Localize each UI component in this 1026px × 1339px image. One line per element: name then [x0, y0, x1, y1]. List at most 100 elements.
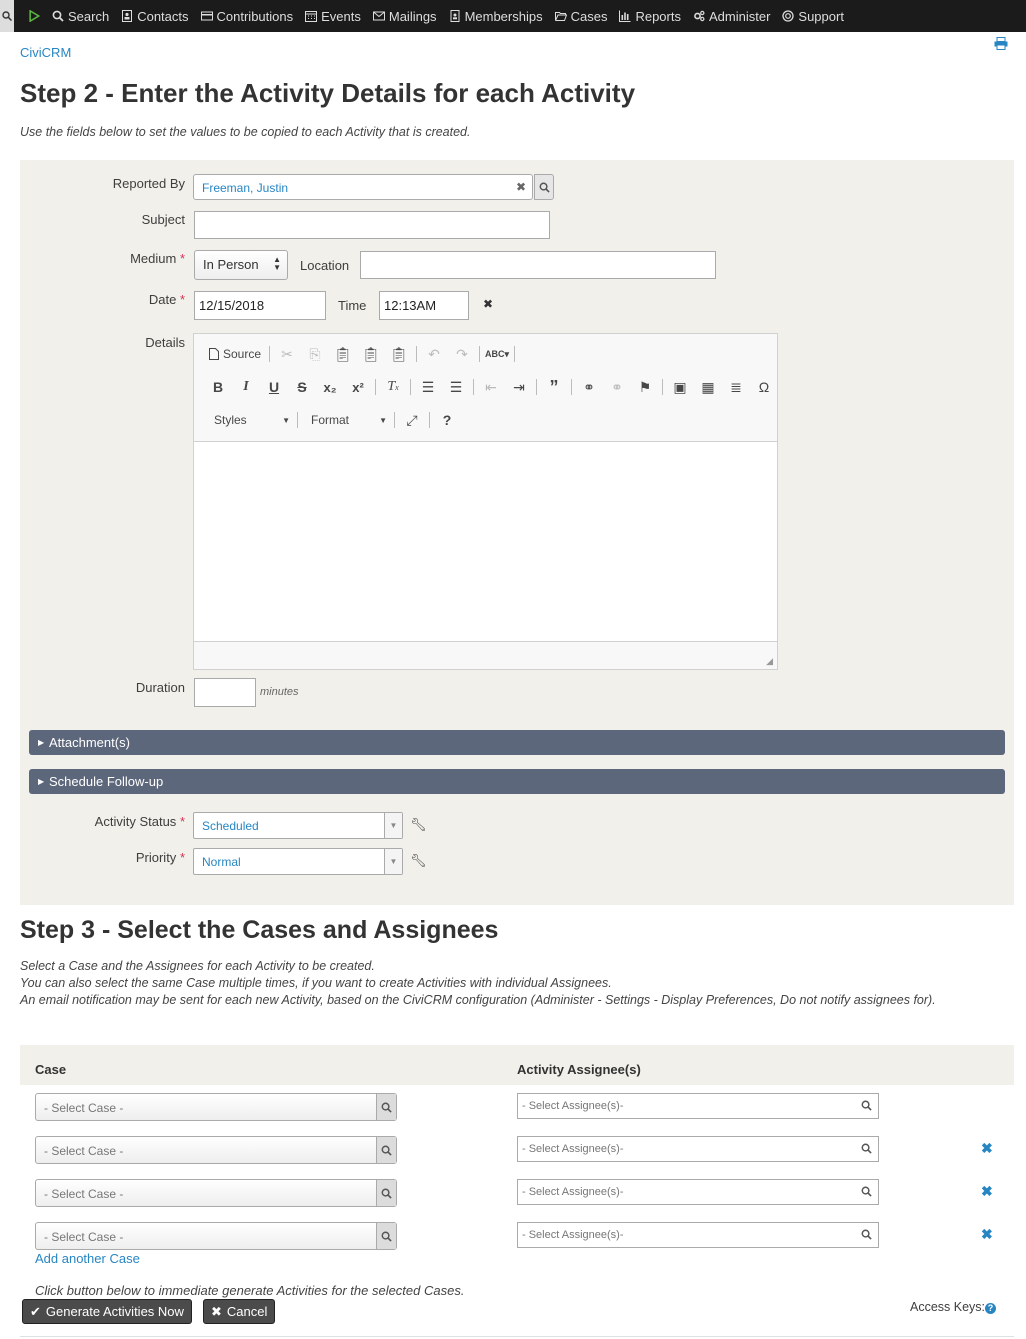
subject-input[interactable] — [194, 211, 550, 239]
medium-select[interactable]: In Person ▲ ▼ — [194, 250, 288, 280]
time-input[interactable]: 12:13AM — [379, 291, 469, 320]
help-question-icon[interactable]: ? — [985, 1303, 997, 1314]
table-icon[interactable]: ▦ — [694, 375, 722, 399]
bold-icon[interactable]: B — [204, 375, 232, 399]
step3-description: Select a Case and the Assignees for each… — [20, 958, 1010, 1009]
assignee-select[interactable]: - Select Assignee(s)- — [517, 1179, 879, 1205]
redo-icon[interactable]: ↷ — [448, 342, 476, 366]
case-select[interactable]: - Select Case - — [35, 1093, 397, 1121]
location-input[interactable] — [360, 251, 716, 279]
calendar-icon — [305, 11, 318, 22]
source-button[interactable]: Source — [204, 342, 266, 366]
copy-icon[interactable]: ⎘ — [301, 342, 329, 366]
underline-icon[interactable]: U — [260, 375, 288, 399]
subscript-icon[interactable]: x₂ — [316, 375, 344, 399]
nav-label: Search — [68, 8, 110, 24]
attachments-accordion[interactable]: ▶ Attachment(s) — [29, 730, 1005, 755]
nav-contacts[interactable]: Contacts — [121, 0, 189, 32]
cut-icon[interactable]: ✂ — [273, 342, 301, 366]
add-another-case-link[interactable]: Add another Case — [35, 1251, 140, 1266]
quicksearch-box[interactable] — [0, 0, 14, 32]
date-input[interactable]: 12/15/2018 — [194, 291, 326, 320]
generate-activities-button[interactable]: ✔ Generate Activities Now — [22, 1299, 192, 1324]
clear-datetime-icon[interactable]: ✖ — [483, 297, 493, 311]
resize-handle-icon[interactable]: ◢ — [766, 656, 773, 667]
italic-icon[interactable]: I — [232, 375, 260, 399]
nav-cases[interactable]: Cases — [554, 0, 608, 32]
format-combo[interactable]: Format ▼ — [301, 413, 391, 427]
nav-reports[interactable]: Reports — [619, 0, 681, 32]
indent-icon[interactable]: ⇥ — [505, 375, 533, 399]
strikethrough-icon[interactable]: S — [288, 375, 316, 399]
priority-select[interactable]: Normal ▼ — [193, 848, 403, 875]
nav-label: Cases — [570, 8, 608, 24]
nav-memberships[interactable]: Memberships — [449, 0, 543, 32]
reported-by-search-button[interactable] — [534, 174, 554, 200]
access-keys[interactable]: Access Keys:? — [910, 1300, 997, 1314]
nav-support[interactable]: Support — [782, 0, 844, 32]
civicrm-logo[interactable] — [28, 0, 40, 32]
search-icon[interactable] — [376, 1223, 396, 1249]
search-icon — [2, 11, 12, 21]
superscript-icon[interactable]: x² — [344, 375, 372, 399]
nav-events[interactable]: Events — [305, 0, 361, 32]
nav-search[interactable]: Search — [52, 0, 109, 32]
link-icon[interactable]: ⚭ — [575, 375, 603, 399]
reported-by-field[interactable]: Freeman, Justin ✖ — [193, 174, 533, 200]
nav-administer[interactable]: Administer — [693, 0, 770, 32]
outdent-icon[interactable]: ⇤ — [477, 375, 505, 399]
paste-text-icon[interactable]: 📋︎ — [357, 342, 385, 366]
search-icon[interactable] — [376, 1137, 396, 1163]
breadcrumb-civicrm[interactable]: CiviCRM — [20, 45, 71, 60]
assignee-select[interactable]: - Select Assignee(s)- — [517, 1093, 879, 1119]
nav-label: Contributions — [216, 8, 294, 24]
remove-format-icon[interactable]: Tx — [379, 375, 407, 399]
remove-row-icon[interactable]: ✖ — [981, 1183, 993, 1200]
wrench-icon[interactable]: 🔧︎ — [410, 817, 427, 833]
styles-combo[interactable]: Styles ▼ — [204, 413, 294, 427]
contacts-icon — [122, 10, 133, 22]
remove-row-icon[interactable]: ✖ — [981, 1140, 993, 1157]
special-char-icon[interactable]: Ω — [750, 375, 778, 399]
reported-by-label: Reported By — [112, 176, 185, 191]
undo-icon[interactable]: ↶ — [420, 342, 448, 366]
wrench-icon[interactable]: 🔧︎ — [410, 853, 427, 869]
search-icon[interactable] — [376, 1094, 396, 1120]
editor-content-area[interactable] — [194, 441, 777, 642]
activity-status-select[interactable]: Scheduled ▼ — [193, 812, 403, 839]
schedule-followup-accordion[interactable]: ▶ Schedule Follow-up — [29, 769, 1005, 794]
remove-row-icon[interactable]: ✖ — [981, 1226, 993, 1243]
assignee-select[interactable]: - Select Assignee(s)- — [517, 1222, 879, 1248]
paste-icon[interactable]: 📋︎ — [329, 342, 357, 366]
search-icon — [861, 1143, 872, 1157]
nav-contributions[interactable]: Contributions — [200, 0, 294, 32]
subject-label: Subject — [141, 212, 185, 227]
spellcheck-icon[interactable]: ABC▾ — [483, 342, 511, 366]
nav-mailings[interactable]: Mailings — [372, 0, 437, 32]
horizontal-line-icon[interactable]: ≣ — [722, 375, 750, 399]
case-select[interactable]: - Select Case - — [35, 1179, 397, 1207]
search-icon — [52, 10, 64, 22]
maximize-icon[interactable]: ⤢ — [398, 408, 426, 432]
bar-chart-icon — [619, 10, 631, 22]
clear-icon[interactable]: ✖ — [516, 180, 526, 194]
paste-word-icon[interactable]: 📋︎ — [385, 342, 413, 366]
assignee-select[interactable]: - Select Assignee(s)- — [517, 1136, 879, 1162]
blockquote-icon[interactable]: ” — [540, 375, 568, 399]
bulleted-list-icon[interactable]: ☰ — [442, 375, 470, 399]
help-icon[interactable]: ? — [433, 408, 461, 432]
generate-label: Generate Activities Now — [45, 1304, 184, 1319]
step3-desc-line: Select a Case and the Assignees for each… — [20, 959, 375, 973]
numbered-list-icon[interactable]: ☰ — [414, 375, 442, 399]
unlink-icon[interactable]: ⚭ — [603, 375, 631, 399]
priority-label: Priority * — [135, 850, 185, 865]
medium-value: In Person — [203, 257, 259, 272]
print-icon[interactable] — [994, 37, 1008, 53]
anchor-flag-icon[interactable]: ⚑ — [631, 375, 659, 399]
search-icon[interactable] — [376, 1180, 396, 1206]
image-icon[interactable]: ▣ — [666, 375, 694, 399]
duration-input[interactable] — [194, 678, 256, 707]
cancel-button[interactable]: ✖ Cancel — [203, 1299, 276, 1324]
case-select[interactable]: - Select Case - — [35, 1222, 397, 1250]
case-select[interactable]: - Select Case - — [35, 1136, 397, 1164]
